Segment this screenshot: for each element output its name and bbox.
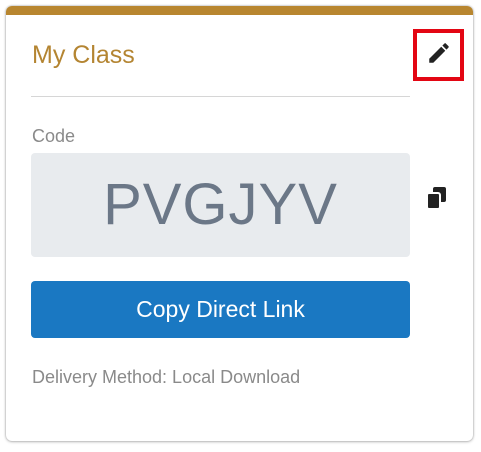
title-divider (31, 96, 410, 97)
copy-direct-link-button[interactable]: Copy Direct Link (31, 281, 410, 338)
class-code-box: PVGJYV (31, 153, 410, 257)
class-card: My Class Code PVGJYV Copy Direct Link De… (6, 6, 473, 441)
class-title: My Class (32, 41, 135, 69)
class-code-value: PVGJYV (103, 172, 338, 237)
pencil-icon (426, 40, 452, 71)
edit-button[interactable] (413, 29, 464, 81)
code-label: Code (32, 126, 76, 146)
copy-code-button[interactable] (424, 186, 450, 214)
copy-icon (426, 186, 448, 215)
delivery-method-text: Delivery Method: Local Download (32, 367, 301, 387)
card-accent-bar (6, 6, 473, 15)
